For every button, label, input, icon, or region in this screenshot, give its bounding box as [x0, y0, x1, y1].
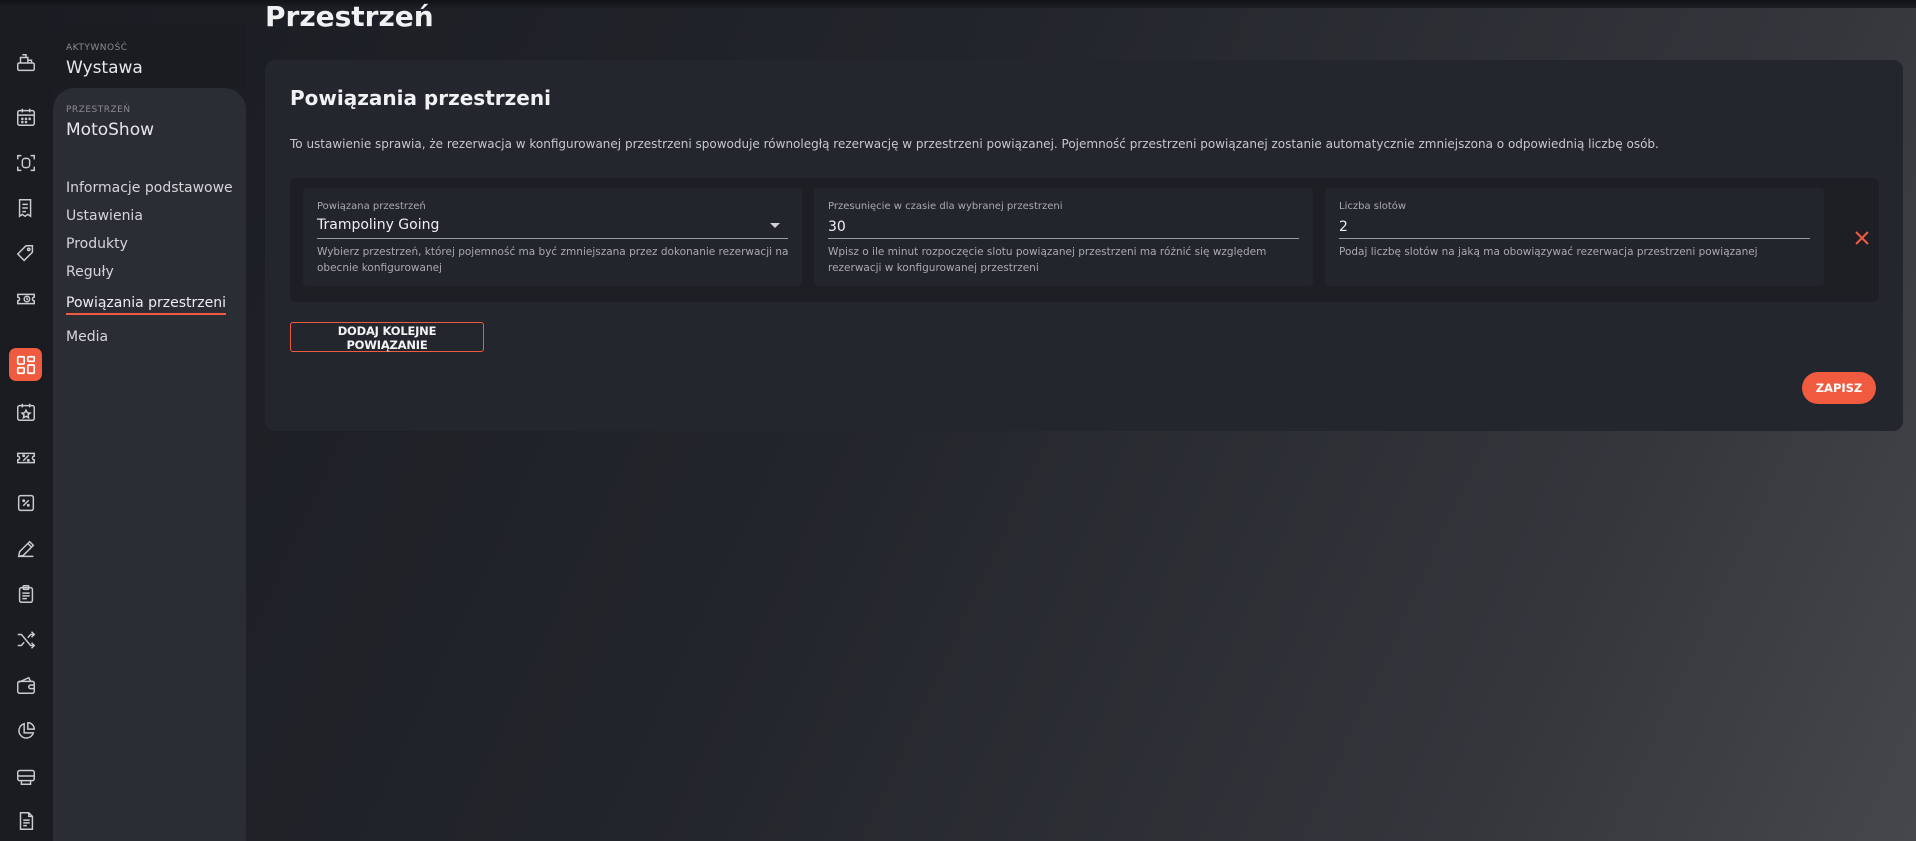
time-offset-label: Przesunięcie w czasie dla wybranej przes…: [828, 201, 1063, 212]
space-name: MotoShow: [66, 120, 155, 140]
time-offset-input[interactable]: [828, 216, 1299, 239]
activity-caption: AKTYWNOŚĆ: [66, 43, 128, 53]
slot-count-input[interactable]: [1339, 216, 1810, 239]
clipboard-icon[interactable]: [9, 577, 42, 610]
sidebar-item-settings[interactable]: Ustawienia: [66, 208, 233, 224]
caret-down-icon: [770, 223, 780, 228]
tag-icon[interactable]: [9, 237, 42, 270]
sidebar-item-products[interactable]: Produkty: [66, 236, 233, 252]
slot-count-help: Podaj liczbę slotów na jaką ma obowiązyw…: [1339, 246, 1758, 258]
space-links-card: Powiązania przestrzeni To ustawienie spr…: [265, 60, 1903, 431]
linked-space-value: Trampoliny Going: [317, 217, 440, 233]
close-icon[interactable]: [1850, 226, 1874, 250]
link-row: Powiązana przestrzeń Trampoliny Going Wy…: [290, 178, 1879, 302]
space-caption: PRZESTRZEŃ: [66, 105, 131, 115]
linked-space-select[interactable]: Trampoliny Going: [317, 216, 788, 239]
space-sidebar: PRZESTRZEŃ MotoShow Informacje podstawow…: [53, 88, 246, 841]
save-button[interactable]: ZAPISZ: [1802, 372, 1876, 404]
pencil-icon[interactable]: [9, 532, 42, 565]
dashboard-grid-icon[interactable]: [9, 348, 42, 381]
sidebar-item-space-links[interactable]: Powiązania przestrzeni: [66, 295, 227, 315]
card-title: Powiązania przestrzeni: [290, 86, 551, 110]
cash-register-icon[interactable]: [9, 46, 42, 79]
calendar-icon[interactable]: [9, 100, 42, 133]
card-description: To ustawienie sprawia, że rezerwacja w k…: [290, 137, 1659, 151]
scan-icon[interactable]: [9, 146, 42, 179]
pie-chart-icon[interactable]: [9, 714, 42, 747]
time-offset-field: Przesunięcie w czasie dla wybranej przes…: [814, 188, 1313, 286]
document-icon[interactable]: [9, 804, 42, 837]
shuffle-icon[interactable]: [9, 623, 42, 656]
slot-count-field: Liczba slotów Podaj liczbę slotów na jak…: [1325, 188, 1824, 286]
activity-name: Wystawa: [66, 58, 143, 78]
sidebar-item-media[interactable]: Media: [66, 329, 233, 345]
icon-rail: [0, 24, 53, 841]
sidebar-item-basic-info[interactable]: Informacje podstawowe: [66, 180, 233, 196]
linked-space-field: Powiązana przestrzeń Trampoliny Going Wy…: [303, 188, 802, 286]
percent-box-icon[interactable]: [9, 486, 42, 519]
printer-icon[interactable]: [9, 759, 42, 792]
linked-space-label: Powiązana przestrzeń: [317, 201, 426, 212]
star-calendar-icon[interactable]: [9, 395, 42, 428]
receipt-icon[interactable]: [9, 191, 42, 224]
linked-space-help: Wybierz przestrzeń, której pojemność ma …: [317, 246, 789, 274]
slot-count-label: Liczba slotów: [1339, 201, 1407, 212]
space-nav: Informacje podstawowe Ustawienia Produkt…: [66, 180, 233, 357]
sidebar-item-rules[interactable]: Reguły: [66, 264, 233, 280]
wallet-icon[interactable]: [9, 668, 42, 701]
time-offset-help: Wpisz o ile minut rozpoczęcie slotu powi…: [828, 246, 1267, 274]
page-title: Przestrzeń: [265, 0, 434, 33]
activity-context: AKTYWNOŚĆ Wystawa: [53, 24, 246, 88]
ticket-percent-icon[interactable]: [9, 441, 42, 474]
history-ticket-icon[interactable]: [9, 282, 42, 315]
add-link-button[interactable]: DODAJ KOLEJNE POWIĄZANIE: [290, 322, 484, 352]
